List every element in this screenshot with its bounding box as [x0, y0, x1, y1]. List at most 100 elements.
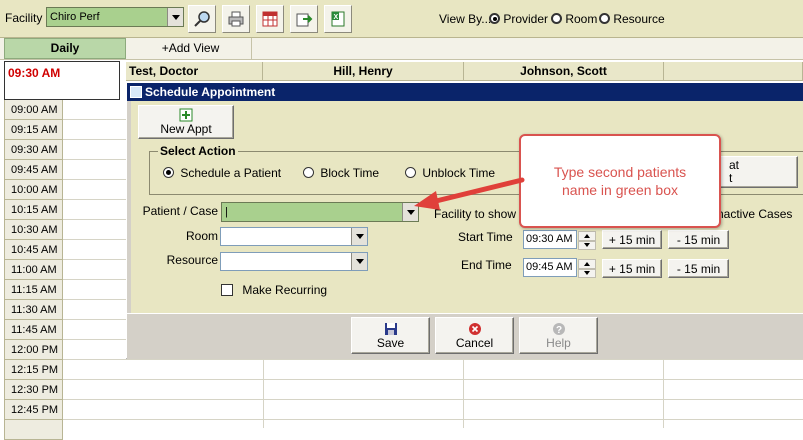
end-time-input[interactable]: 09:45 AM	[523, 258, 596, 278]
action-block-radio[interactable]: Block Time	[303, 166, 379, 180]
radio-label: Room	[565, 12, 598, 26]
grid-view-button[interactable]	[256, 5, 284, 33]
excel-button[interactable]: X	[324, 5, 352, 33]
start-time-spinner[interactable]	[578, 231, 596, 250]
inactive-cases-label: nactive Cases	[717, 207, 793, 221]
cancel-icon	[468, 322, 481, 335]
time-slot: 12:15 PM	[4, 360, 63, 380]
save-button[interactable]: Save	[351, 317, 430, 354]
end-time-value: 09:45 AM	[526, 261, 573, 273]
start-time-input[interactable]: 09:30 AM	[523, 230, 596, 250]
end-time-spinner[interactable]	[578, 259, 596, 278]
repeat-button[interactable]: at t	[710, 156, 798, 188]
tab-daily[interactable]: Daily	[4, 38, 126, 59]
help-label: Help	[546, 335, 571, 350]
time-slot: 09:15 AM	[4, 120, 63, 140]
checkbox-icon	[221, 284, 233, 296]
help-button[interactable]: ? Help	[519, 317, 598, 354]
radio-label: Resource	[613, 12, 665, 26]
provider-header[interactable]: Hill, Henry	[263, 62, 464, 81]
radio-icon	[551, 13, 562, 24]
chevron-down-icon[interactable]	[167, 8, 183, 26]
arrow-up-icon[interactable]	[578, 259, 596, 269]
radio-label: Block Time	[320, 166, 380, 180]
grid-row[interactable]	[63, 380, 803, 400]
excel-icon: X	[331, 11, 345, 27]
action-schedule-radio[interactable]: Schedule a Patient	[163, 166, 281, 180]
start-plus-15-button[interactable]: + 15 min	[602, 230, 662, 249]
room-dropdown[interactable]	[220, 227, 368, 246]
grid-row[interactable]	[63, 360, 803, 380]
current-time: 09:30 AM	[4, 61, 120, 100]
printer-icon	[228, 11, 244, 27]
radio-icon	[599, 13, 610, 24]
floppy-disk-icon	[384, 322, 397, 335]
start-time-value: 09:30 AM	[526, 233, 573, 245]
arrow-down-icon[interactable]	[578, 240, 596, 250]
time-slot: 11:30 AM	[4, 300, 63, 320]
save-label: Save	[376, 335, 405, 350]
room-label: Room	[185, 229, 218, 243]
patient-case-label: Patient / Case	[142, 204, 218, 218]
make-recurring-label: Make Recurring	[242, 283, 328, 297]
provider-header[interactable]: Test, Doctor	[126, 62, 263, 81]
end-minus-15-button[interactable]: - 15 min	[668, 259, 729, 278]
view-room-radio[interactable]: Room	[551, 12, 597, 26]
repeat-button-label-2: t	[729, 171, 733, 185]
patient-case-dropdown[interactable]: |	[221, 202, 419, 222]
calendar-grid-icon	[262, 11, 278, 27]
radio-icon	[303, 167, 314, 178]
calendar-icon	[130, 86, 142, 98]
radio-label: Schedule a Patient	[180, 166, 282, 180]
export-icon	[296, 13, 313, 27]
export-button[interactable]	[290, 5, 318, 33]
resource-dropdown[interactable]	[220, 252, 368, 271]
start-minus-15-button[interactable]: - 15 min	[668, 230, 729, 249]
instruction-callout: Type second patients name in green box	[519, 134, 721, 228]
time-slot: 11:45 AM	[4, 320, 63, 340]
view-by-label: View By...	[439, 12, 492, 26]
make-recurring-checkbox[interactable]: Make Recurring	[221, 283, 327, 297]
chevron-down-icon[interactable]	[351, 228, 367, 245]
time-slot	[4, 420, 63, 440]
facility-dropdown[interactable]: Chiro Perf	[46, 7, 184, 27]
search-button[interactable]	[188, 5, 216, 33]
cancel-button[interactable]: Cancel	[435, 317, 514, 354]
radio-icon	[489, 13, 500, 24]
print-button[interactable]	[222, 5, 250, 33]
start-time-label: Start Time	[458, 230, 513, 244]
end-time-label: End Time	[461, 258, 512, 272]
time-slot: 12:00 PM	[4, 340, 63, 360]
end-plus-15-button[interactable]: + 15 min	[602, 259, 662, 278]
callout-text: Type second patients name in green box	[553, 164, 687, 198]
patient-case-input[interactable]: |	[225, 206, 228, 218]
new-appt-label: New Appt	[160, 122, 212, 136]
time-slot: 12:45 PM	[4, 400, 63, 420]
view-resource-radio[interactable]: Resource	[599, 12, 665, 26]
grid-row[interactable]	[63, 400, 803, 420]
arrow-up-icon[interactable]	[578, 231, 596, 241]
search-icon	[194, 11, 210, 27]
arrow-down-icon[interactable]	[578, 268, 596, 278]
add-icon	[179, 108, 193, 122]
svg-text:?: ?	[556, 325, 562, 336]
new-appt-button[interactable]: New Appt	[138, 105, 234, 139]
time-slot: 10:30 AM	[4, 220, 63, 240]
provider-header-empty	[664, 62, 803, 81]
time-slot: 11:15 AM	[4, 280, 63, 300]
time-slot: 09:30 AM	[4, 140, 63, 160]
dialog-title[interactable]: Schedule Appointment	[127, 83, 803, 101]
facility-value: Chiro Perf	[50, 11, 100, 23]
top-toolbar: Facility Chiro Perf X View By... Provide…	[0, 0, 803, 38]
add-view-tab[interactable]: +Add View	[130, 38, 252, 59]
time-slot: 11:00 AM	[4, 260, 63, 280]
chevron-down-icon[interactable]	[351, 253, 367, 270]
select-action-legend: Select Action	[158, 144, 238, 158]
time-slot: 12:30 PM	[4, 380, 63, 400]
svg-text:X: X	[334, 14, 339, 21]
view-provider-radio[interactable]: Provider	[489, 12, 548, 26]
radio-label: Provider	[503, 12, 549, 26]
provider-header[interactable]: Johnson, Scott	[464, 62, 664, 81]
cancel-label: Cancel	[455, 335, 494, 350]
help-icon: ?	[552, 322, 565, 336]
